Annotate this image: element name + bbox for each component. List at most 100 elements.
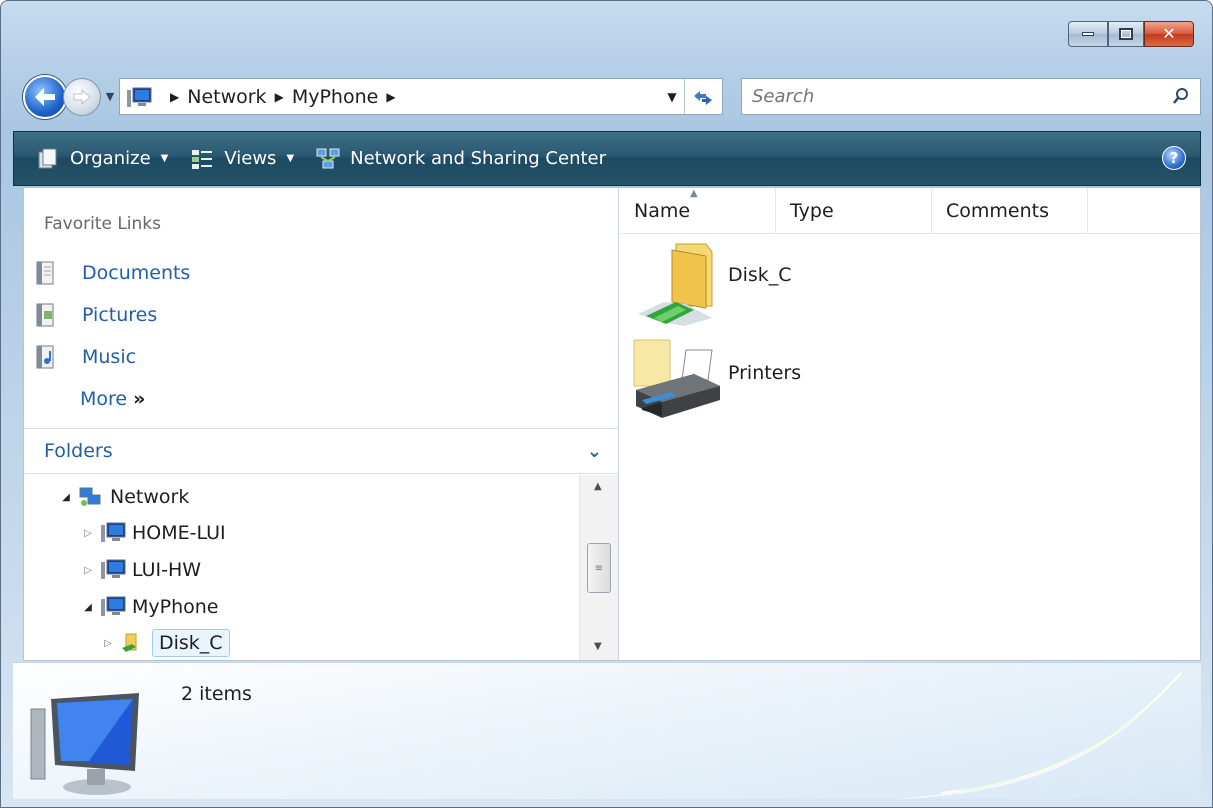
- column-header-label: Name: [634, 200, 691, 222]
- scroll-up-icon[interactable]: ▲: [594, 481, 602, 492]
- tree-node-home-lui[interactable]: ▷ HOME-LUI: [80, 516, 226, 550]
- computer-icon: [100, 596, 126, 618]
- column-header-comments[interactable]: Comments: [932, 188, 1088, 234]
- column-header-label: Comments: [946, 200, 1049, 222]
- minimize-icon: [1082, 32, 1094, 36]
- double-chevron-icon: »: [133, 388, 146, 410]
- breadcrumb-separator[interactable]: ▶: [170, 90, 179, 104]
- favorite-links-title: Favorite Links: [44, 214, 162, 234]
- details-pane: 2 items: [13, 662, 1201, 799]
- scrollbar-thumb[interactable]: ≡: [587, 543, 611, 593]
- command-bar: Organize ▼ Views ▼ Network and Sharing C…: [13, 131, 1201, 186]
- folders-header[interactable]: Folders ⌄: [24, 428, 618, 474]
- maximize-icon: [1119, 28, 1133, 40]
- close-button[interactable]: ✕: [1144, 21, 1194, 47]
- file-list-pane: ▲ Name Type Comments Disk_C Printers: [620, 188, 1200, 660]
- list-item-label: Printers: [728, 362, 802, 384]
- views-label: Views: [224, 148, 277, 169]
- network-sharing-center-button[interactable]: Network and Sharing Center: [316, 148, 606, 170]
- organize-button[interactable]: Organize ▼: [36, 148, 168, 170]
- scroll-down-icon[interactable]: ▼: [594, 641, 602, 652]
- network-sharing-icon: [316, 148, 340, 170]
- chevron-down-icon[interactable]: ⌄: [587, 441, 602, 462]
- tree-collapsed-icon[interactable]: ▷: [80, 528, 96, 539]
- help-button[interactable]: ?: [1162, 146, 1186, 170]
- music-icon: [36, 345, 56, 369]
- computer-icon: [100, 559, 126, 581]
- favorite-link-pictures[interactable]: Pictures: [36, 300, 157, 330]
- tree-node-label: Disk_C: [152, 629, 230, 657]
- tree-node-label: HOME-LUI: [132, 522, 226, 544]
- close-icon: ✕: [1162, 24, 1176, 43]
- network-icon: [78, 486, 104, 508]
- tree-node-network[interactable]: ◢ Network: [58, 480, 189, 514]
- chevron-down-icon: ▼: [105, 89, 115, 103]
- computer-icon: [126, 87, 152, 107]
- more-label: More: [80, 388, 128, 410]
- organize-icon: [36, 148, 60, 170]
- tree-node-myphone[interactable]: ◢ MyPhone: [80, 590, 218, 624]
- sort-ascending-icon: ▲: [690, 188, 698, 199]
- chevron-down-icon: ▼: [286, 153, 295, 164]
- caption-buttons: ✕: [1068, 21, 1194, 47]
- network-folder-icon: [632, 238, 722, 330]
- search-icon[interactable]: [1172, 87, 1190, 105]
- main-area: Favorite Links Documents Pictures Music …: [23, 187, 1201, 661]
- computer-icon: [29, 691, 159, 797]
- folder-tree-scrollbar[interactable]: ▲ ≡ ▼: [579, 475, 618, 660]
- tree-node-label: Network: [110, 486, 190, 508]
- list-item-printers[interactable]: Printers: [632, 336, 801, 428]
- tree-expanded-icon[interactable]: ◢: [58, 492, 74, 503]
- help-icon: ?: [1169, 149, 1179, 167]
- breadcrumb-network[interactable]: Network: [187, 86, 266, 108]
- breadcrumb-separator[interactable]: ▶: [386, 90, 395, 104]
- breadcrumb-myphone[interactable]: MyPhone: [292, 86, 379, 108]
- decorative-swoosh: [900, 666, 1192, 799]
- refresh-button[interactable]: [684, 79, 720, 114]
- back-button[interactable]: [23, 75, 67, 119]
- minimize-button[interactable]: [1068, 21, 1108, 47]
- pictures-icon: [36, 303, 56, 327]
- back-arrow-icon: [35, 88, 55, 106]
- views-icon: [190, 148, 214, 170]
- tree-expanded-icon[interactable]: ◢: [80, 602, 96, 613]
- address-controls: ▼: [660, 79, 722, 114]
- tree-collapsed-icon[interactable]: ▷: [100, 638, 116, 649]
- column-header-label: Type: [790, 200, 834, 222]
- network-sharing-label: Network and Sharing Center: [350, 148, 607, 169]
- computer-icon: [100, 522, 126, 544]
- forward-button[interactable]: [63, 78, 101, 116]
- item-count: 2 items: [181, 683, 252, 705]
- tree-node-lui-hw[interactable]: ▷ LUI-HW: [80, 553, 201, 587]
- search-box[interactable]: [741, 78, 1201, 115]
- recent-pages-dropdown[interactable]: ▼: [103, 89, 117, 103]
- list-item-disk-c[interactable]: Disk_C: [632, 238, 792, 330]
- list-item-label: Disk_C: [728, 264, 792, 286]
- views-button[interactable]: Views ▼: [190, 148, 294, 170]
- printer-icon: [632, 336, 722, 428]
- tree-collapsed-icon[interactable]: ▷: [80, 565, 96, 576]
- explorer-window: ✕ ▼ ▶ Network ▶ MyPhone ▶ ▼ Search Organ…: [0, 0, 1213, 808]
- navigation-pane: Favorite Links Documents Pictures Music …: [24, 188, 619, 660]
- address-dropdown-button[interactable]: ▼: [660, 90, 684, 104]
- favorite-links-more[interactable]: More»: [80, 388, 145, 410]
- favorite-link-documents[interactable]: Documents: [36, 258, 190, 288]
- address-bar[interactable]: ▶ Network ▶ MyPhone ▶ ▼: [119, 78, 723, 115]
- breadcrumb-separator[interactable]: ▶: [275, 90, 284, 104]
- chevron-down-icon: ▼: [160, 153, 169, 164]
- column-header-type[interactable]: Type: [776, 188, 932, 234]
- refresh-icon: [693, 90, 712, 105]
- folders-title: Folders: [44, 440, 113, 462]
- shared-folder-icon: [120, 632, 146, 654]
- organize-label: Organize: [70, 148, 151, 169]
- column-header-name[interactable]: ▲ Name: [620, 188, 776, 234]
- favorite-link-music[interactable]: Music: [36, 342, 136, 372]
- forward-arrow-icon: [73, 88, 91, 106]
- search-input[interactable]: [752, 86, 1132, 107]
- tree-node-disk-c[interactable]: ▷ Disk_C: [100, 626, 230, 660]
- favorite-link-label: Music: [82, 346, 137, 368]
- favorite-link-label: Documents: [82, 262, 191, 284]
- folder-tree: ◢ Network ▷ HOME-LUI ▷ LUI-HW ◢ MyPhone …: [24, 474, 579, 660]
- maximize-button[interactable]: [1108, 21, 1144, 47]
- column-headers: ▲ Name Type Comments: [620, 188, 1200, 234]
